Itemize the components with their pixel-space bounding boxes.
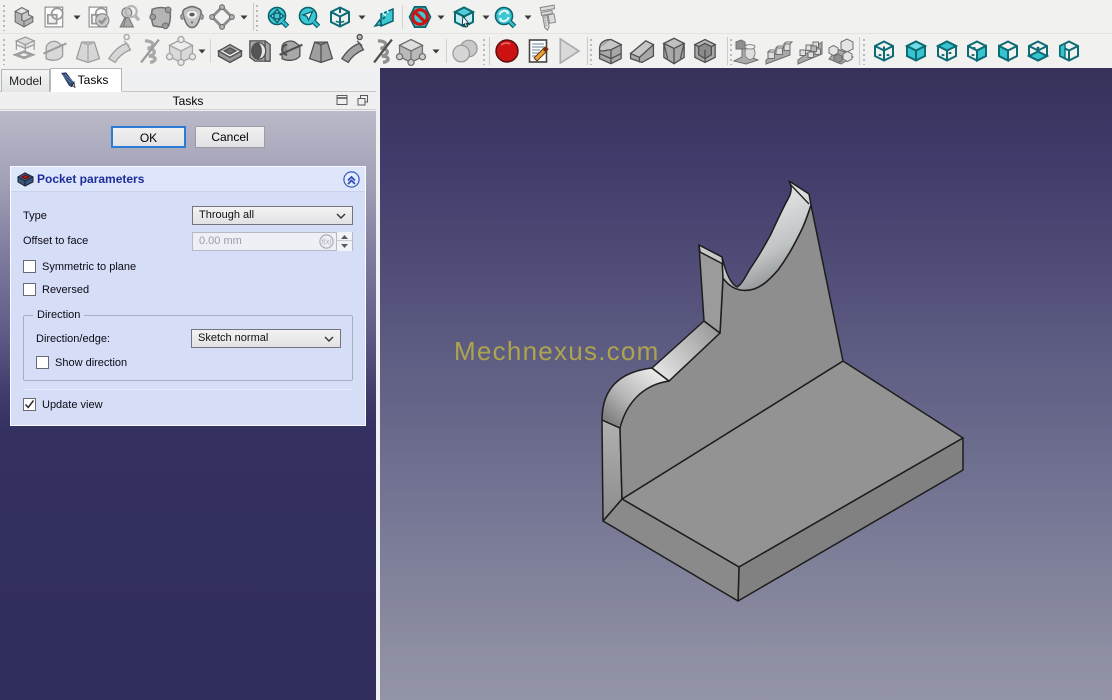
svg-text:f(x): f(x) — [322, 239, 332, 246]
